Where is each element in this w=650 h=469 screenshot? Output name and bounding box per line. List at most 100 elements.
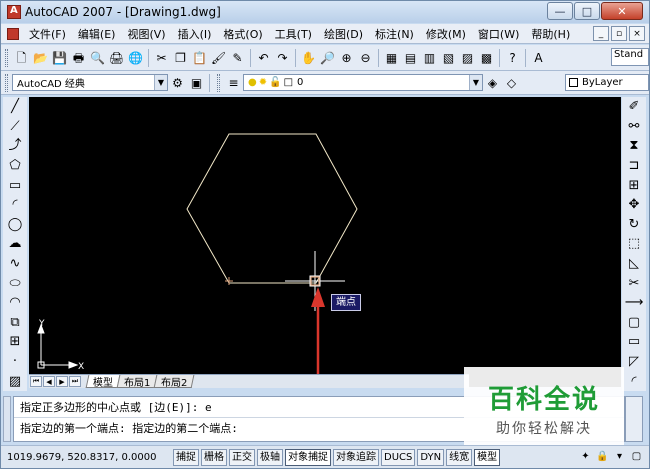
block-editor-icon[interactable]: ✎ <box>229 49 246 66</box>
menu-file[interactable]: 文件(F) <box>23 26 72 42</box>
point-icon[interactable]: · <box>6 353 24 371</box>
close-button[interactable]: ✕ <box>601 2 643 20</box>
tray-menu-icon[interactable]: ▾ <box>612 449 627 464</box>
publish-web-icon[interactable]: 🌐 <box>127 49 144 66</box>
stretch-icon[interactable]: ◺ <box>625 255 643 273</box>
menu-tools[interactable]: 工具(T) <box>269 26 318 42</box>
coordinate-readout[interactable]: 1019.9679, 520.8317, 0.0000 <box>1 452 173 463</box>
zoom-window-icon[interactable]: ⊕ <box>338 49 355 66</box>
polygon-icon[interactable]: ⬠ <box>6 157 24 175</box>
match-properties-icon[interactable]: 🖌 <box>210 49 227 66</box>
toolbar-grip[interactable] <box>5 48 8 67</box>
workspace-select[interactable]: AutoCAD 经典 ▼ <box>12 74 168 91</box>
revision-cloud-icon[interactable]: ☁ <box>6 235 24 253</box>
pan-icon[interactable]: ✋ <box>300 49 317 66</box>
menu-edit[interactable]: 编辑(E) <box>72 26 122 42</box>
prev-tab-icon[interactable]: ◀ <box>43 376 55 387</box>
doc-minimize-button[interactable]: _ <box>593 26 609 41</box>
workspace-save-icon[interactable]: ▣ <box>188 74 205 91</box>
design-center-icon[interactable]: ▤ <box>402 49 419 66</box>
toolbar-lock-icon[interactable]: 🔒 <box>595 449 610 464</box>
make-block-icon[interactable]: ⊞ <box>6 333 24 351</box>
circle-icon[interactable]: ◯ <box>6 216 24 234</box>
print-icon[interactable]: 🖶 <box>70 49 87 66</box>
dyn-toggle[interactable]: DYN <box>417 448 445 466</box>
sheet-set-icon[interactable]: ▧ <box>440 49 457 66</box>
menu-view[interactable]: 视图(V) <box>121 26 171 42</box>
drawing-area[interactable]: Y X <box>29 97 621 387</box>
scale-icon[interactable]: ⬚ <box>625 235 643 253</box>
publish-icon[interactable]: 🖨 <box>108 49 125 66</box>
erase-icon[interactable]: ✐ <box>625 98 643 116</box>
tab-layout2[interactable]: 布局2 <box>153 375 196 389</box>
rectangle-icon[interactable]: ▭ <box>6 176 24 194</box>
line-icon[interactable]: ╱ <box>6 98 24 116</box>
menu-draw[interactable]: 绘图(D) <box>318 26 369 42</box>
drawing-svg[interactable]: Y X <box>29 97 621 387</box>
hexagon-shape[interactable] <box>186 133 358 284</box>
toolbar-grip[interactable] <box>217 73 220 92</box>
chevron-down-icon[interactable]: ▼ <box>154 75 167 90</box>
polar-toggle[interactable]: 极轴 <box>257 448 283 466</box>
tool-palettes-icon[interactable]: ▥ <box>421 49 438 66</box>
color-control-select[interactable]: ByLayer <box>565 74 649 91</box>
autocad-app-icon[interactable] <box>7 5 21 19</box>
layer-manager-icon[interactable]: ≡ <box>225 74 242 91</box>
model-toggle[interactable]: 模型 <box>474 448 501 466</box>
ellipse-icon[interactable]: ⬭ <box>6 274 24 292</box>
undo-icon[interactable]: ↶ <box>255 49 272 66</box>
command-scrollbar[interactable] <box>625 396 643 442</box>
make-object-layer-current-icon[interactable]: ◈ <box>484 74 501 91</box>
open-file-icon[interactable]: 📂 <box>32 49 49 66</box>
polyline-icon[interactable]: ⤴ <box>6 137 24 155</box>
arc-icon[interactable]: ◜ <box>6 196 24 214</box>
doc-close-button[interactable]: × <box>629 26 645 41</box>
rotate-icon[interactable]: ↻ <box>625 216 643 234</box>
otrack-toggle[interactable]: 对象追踪 <box>333 448 379 466</box>
copy-icon[interactable]: ❐ <box>172 49 189 66</box>
layer-previous-icon[interactable]: ◇ <box>503 74 520 91</box>
workspace-settings-icon[interactable]: ⚙ <box>169 74 186 91</box>
array-icon[interactable]: ⊞ <box>625 176 643 194</box>
text-style-select[interactable]: Stand <box>611 48 649 66</box>
construction-line-icon[interactable]: ⟋ <box>6 118 24 136</box>
clean-screen-icon[interactable]: ▢ <box>629 449 644 464</box>
spline-icon[interactable]: ∿ <box>6 255 24 273</box>
menu-modify[interactable]: 修改(M) <box>420 26 472 42</box>
ellipse-arc-icon[interactable]: ◠ <box>6 294 24 312</box>
toolbar-grip[interactable] <box>5 73 8 92</box>
properties-icon[interactable]: ▦ <box>383 49 400 66</box>
cut-icon[interactable]: ✂ <box>153 49 170 66</box>
comm-center-icon[interactable]: ✦ <box>578 449 593 464</box>
text-style-icon[interactable]: A <box>530 49 547 66</box>
doc-restore-button[interactable]: ▫ <box>611 26 627 41</box>
menu-insert[interactable]: 插入(I) <box>172 26 218 42</box>
menu-window[interactable]: 窗口(W) <box>472 26 525 42</box>
save-icon[interactable]: 💾 <box>51 49 68 66</box>
drawing-doc-icon[interactable] <box>7 27 19 40</box>
menu-help[interactable]: 帮助(H) <box>525 26 576 42</box>
insert-block-icon[interactable]: ⧉ <box>6 314 24 332</box>
layer-select[interactable]: ● ✹ 🔓 □ 0 ▼ <box>243 74 483 91</box>
next-tab-icon[interactable]: ▶ <box>56 376 68 387</box>
offset-icon[interactable]: ⊐ <box>625 157 643 175</box>
osnap-toggle[interactable]: 对象捕捉 <box>285 448 331 466</box>
plot-preview-icon[interactable]: 🔍 <box>89 49 106 66</box>
minimize-button[interactable]: — <box>547 2 573 20</box>
extend-icon[interactable]: ⟶ <box>625 294 644 312</box>
paste-icon[interactable]: 📋 <box>191 49 208 66</box>
copy-object-icon[interactable]: ⚯ <box>625 118 643 136</box>
new-file-icon[interactable]: 🗋 <box>13 49 30 66</box>
grid-toggle[interactable]: 栅格 <box>201 448 227 466</box>
fillet-icon[interactable]: ◜ <box>625 372 643 390</box>
chamfer-icon[interactable]: ◸ <box>625 353 643 371</box>
move-icon[interactable]: ✥ <box>625 196 643 214</box>
calculator-icon[interactable]: ▩ <box>478 49 495 66</box>
join-icon[interactable]: ▭ <box>625 333 643 351</box>
break-icon[interactable]: ▢ <box>625 314 643 332</box>
hatch-icon[interactable]: ▨ <box>6 372 24 390</box>
ducs-toggle[interactable]: DUCS <box>381 448 416 466</box>
maximize-button[interactable]: □ <box>574 2 600 20</box>
tab-layout1[interactable]: 布局1 <box>116 375 158 389</box>
command-window-grip[interactable] <box>3 396 11 442</box>
